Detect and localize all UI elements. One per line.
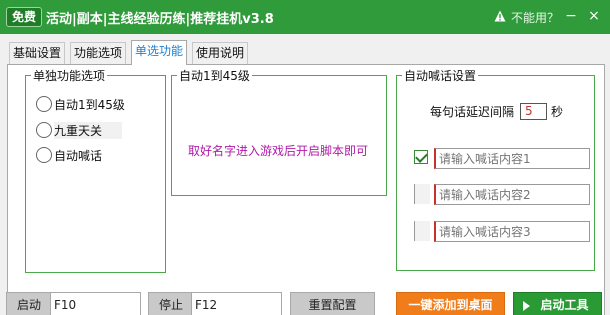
- tab-basic-settings[interactable]: 基础设置: [9, 42, 66, 64]
- radio-circle[interactable]: [36, 96, 52, 112]
- warning-icon: [494, 10, 506, 22]
- radio-circle[interactable]: [36, 122, 52, 138]
- radio-auto-level[interactable]: 自动1到45级: [36, 95, 125, 113]
- launch-tool-button[interactable]: 启动工具: [513, 292, 602, 315]
- radio-label: 自动喊话: [54, 148, 103, 163]
- shout-3-input[interactable]: [434, 221, 590, 242]
- single-options-group: 单独功能选项 自动1到45级 九重天关 自动喊话: [25, 67, 166, 273]
- stop-button[interactable]: 停止: [148, 292, 194, 315]
- delay-unit: 秒: [551, 105, 564, 119]
- shout-2-checkbox[interactable]: [414, 184, 430, 204]
- shout-1-input[interactable]: [434, 148, 590, 169]
- title-bar: 免费 活动|副本|主线经验历练|推荐挂机v3.8 不能用？ − ×: [0, 0, 610, 34]
- radio-label: 九重天关: [54, 121, 123, 139]
- add-to-desktop-button[interactable]: 一键添加到桌面: [396, 292, 505, 315]
- not-working-link[interactable]: 不能用？: [511, 9, 559, 26]
- stop-hotkey-field[interactable]: F12: [191, 292, 282, 315]
- tab-panel: 单独功能选项 自动1到45级 九重天关 自动喊话 自动1到45级 取好名字进入游…: [7, 64, 605, 315]
- tab-feature-options[interactable]: 功能选项: [70, 42, 127, 64]
- auto-shout-group: 自动喊话设置 每句话延迟间隔 5 秒: [396, 67, 595, 271]
- tab-instructions[interactable]: 使用说明: [192, 42, 249, 64]
- auto-level-hint: 取好名字进入游戏后开启脚本即可: [188, 144, 369, 158]
- play-icon: [523, 301, 530, 311]
- delay-label: 每句话延迟间隔: [430, 105, 515, 119]
- minimize-button[interactable]: −: [563, 6, 579, 26]
- auto-level-group: 自动1到45级 取好名字进入游戏后开启脚本即可: [171, 67, 387, 196]
- radio-nine-heavens[interactable]: 九重天关: [36, 121, 123, 139]
- close-button[interactable]: ×: [586, 6, 602, 26]
- launch-tool-label: 启动工具: [540, 298, 589, 312]
- delay-input[interactable]: 5: [520, 103, 547, 120]
- start-button[interactable]: 启动: [6, 292, 52, 315]
- shout-3-checkbox[interactable]: [414, 221, 430, 241]
- radio-auto-shout[interactable]: 自动喊话: [36, 146, 102, 164]
- client-area: 基础设置 功能选项 单选功能 使用说明 单独功能选项 自动1到45级 九重天关 …: [0, 34, 610, 315]
- radio-circle[interactable]: [36, 147, 52, 163]
- start-hotkey-field[interactable]: F10: [50, 292, 141, 315]
- single-options-title: 单独功能选项: [31, 67, 108, 84]
- window-title: 活动|副本|主线经验历练|推荐挂机v3.8: [46, 12, 274, 27]
- radio-label: 自动1到45级: [54, 97, 125, 112]
- shout-1-checkbox[interactable]: [414, 150, 428, 164]
- free-badge: 免费: [6, 7, 43, 27]
- reset-config-button[interactable]: 重置配置: [290, 292, 375, 315]
- auto-level-title: 自动1到45级: [177, 67, 252, 84]
- tab-single-features[interactable]: 单选功能: [131, 40, 188, 65]
- auto-shout-title: 自动喊话设置: [402, 67, 479, 84]
- shout-2-input[interactable]: [434, 184, 590, 205]
